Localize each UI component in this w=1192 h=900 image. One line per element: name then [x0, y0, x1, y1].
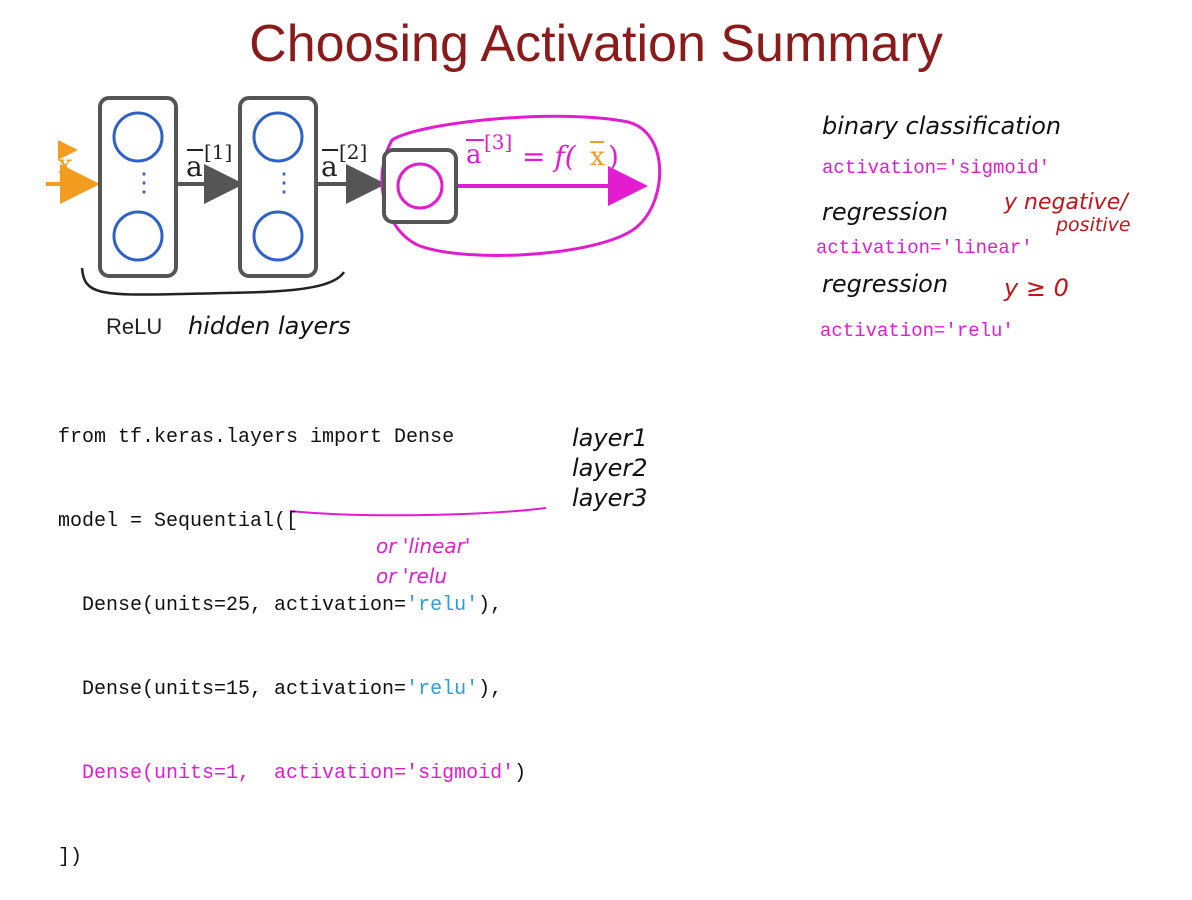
- code-line-4: Dense(units=15, activation='relu'),: [58, 676, 526, 704]
- layer1-dots: ⋮: [131, 168, 157, 198]
- regression-note-2: regression: [822, 270, 949, 298]
- a3-superscript: [3]: [484, 130, 513, 154]
- alt-linear-note: or 'linear': [376, 534, 471, 558]
- code-line-2: model = Sequential([: [58, 510, 299, 533]
- code-line-5-pre: Dense(units=1,: [58, 762, 275, 785]
- y-negative-note: y negative/: [1004, 190, 1128, 215]
- layer2-dots: ⋮: [271, 168, 297, 198]
- relu-activation-note: activation='relu': [820, 320, 1014, 342]
- code-line-6: ]): [58, 846, 83, 869]
- code-line-3: Dense(units=25, activation='relu'),: [58, 592, 526, 620]
- binary-classification-note: binary classification: [822, 112, 1062, 140]
- a3-label: a: [466, 140, 482, 170]
- layer3-box: [382, 148, 458, 224]
- layer3-note: layer3: [572, 484, 648, 512]
- code-line-3-post: ),: [478, 594, 503, 617]
- a1-label: a: [186, 150, 203, 183]
- positive-note: positive: [1056, 214, 1131, 236]
- code-line-5-post: ): [514, 762, 527, 785]
- output-close-paren: ): [608, 140, 619, 173]
- relu-caption: ReLU: [106, 314, 163, 339]
- code-line-3-pre: Dense(units=25, activation=: [58, 594, 407, 617]
- code-line-5-string: activation='sigmoid': [274, 762, 515, 785]
- layer1-note: layer1: [572, 424, 648, 452]
- code-line-3-string: 'relu': [406, 594, 479, 617]
- hidden-layers-caption: hidden layers: [188, 312, 351, 340]
- linear-activation-note: activation='linear': [816, 237, 1033, 259]
- y-nonnegative-note: y ≥ 0: [1004, 274, 1069, 302]
- a2-label: a: [321, 150, 338, 183]
- sigmoid-activation-note: activation='sigmoid': [822, 157, 1051, 179]
- input-x-label: x: [58, 150, 73, 180]
- code-line-4-string: 'relu': [406, 678, 479, 701]
- code-block: from tf.keras.layers import Dense model …: [58, 368, 526, 900]
- code-line-4-post: ),: [478, 678, 503, 701]
- a2-superscript: [2]: [339, 140, 368, 164]
- code-line-4-pre: Dense(units=15, activation=: [58, 678, 407, 701]
- alt-relu-note: or 'relu: [376, 564, 448, 588]
- a1-superscript: [1]: [204, 140, 233, 164]
- code-line-5: Dense(units=1, activation='sigmoid'): [58, 760, 526, 788]
- output-x: x: [590, 142, 605, 172]
- output-equation: = f(: [522, 140, 576, 173]
- code-line-1: from tf.keras.layers import Dense: [58, 426, 455, 449]
- regression-note-1: regression: [822, 198, 949, 226]
- layer2-note: layer2: [572, 454, 648, 482]
